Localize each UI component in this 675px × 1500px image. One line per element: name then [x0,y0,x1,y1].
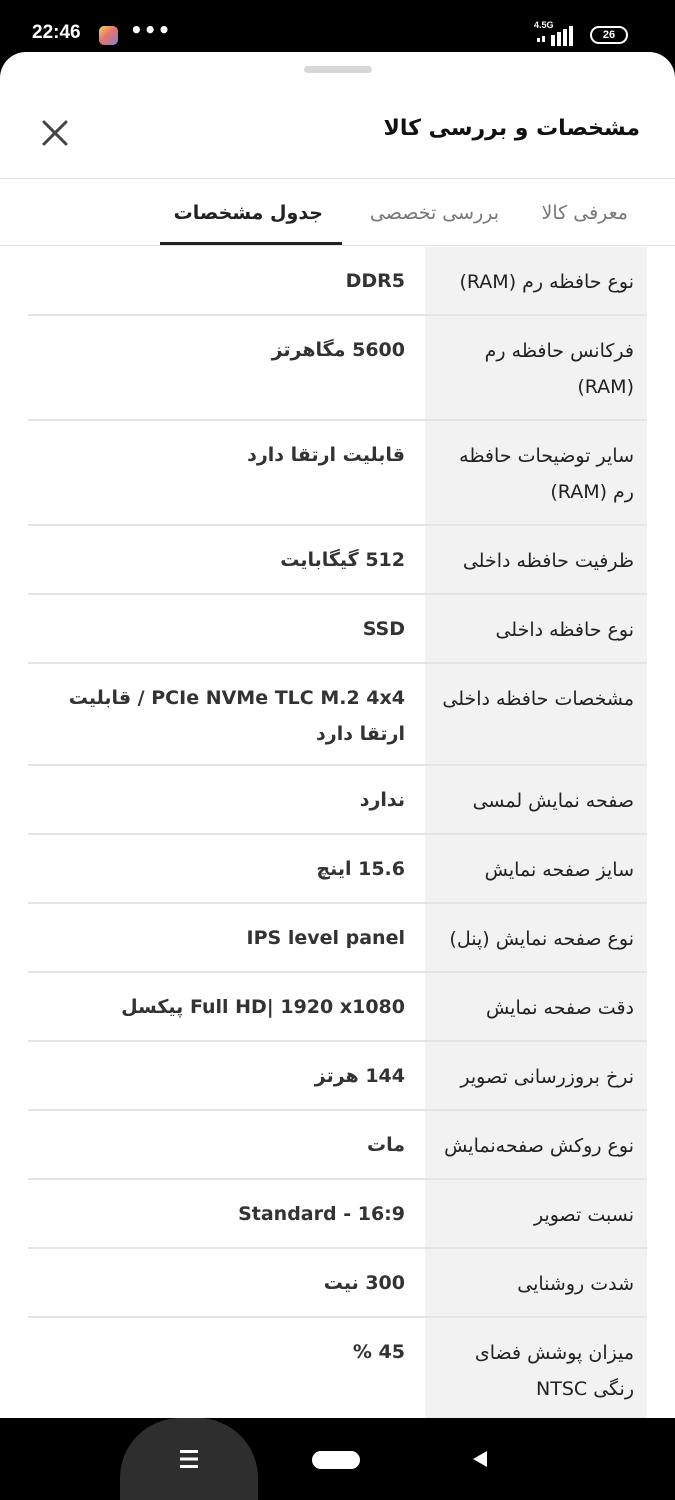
spec-value: 16:9 - Standard [238,1203,405,1225]
spec-value: 300 نیت [323,1272,405,1294]
spec-label: شدت روشنایی [425,1249,647,1316]
spec-value: DDR5 [345,270,405,292]
close-icon[interactable] [36,114,74,152]
active-tab-indicator [160,242,342,245]
spec-value: 5600 مگاهرتز [271,339,405,361]
tab-specs[interactable]: جدول مشخصات [174,202,323,224]
spec-row: صفحه نمایش لمسی ندارد [28,766,647,835]
battery-icon: 26 [590,26,628,44]
spec-label: میزان پوشش فضای رنگی NTSC [425,1318,647,1418]
spec-row: فرکانس حافظه رم (RAM) 5600 مگاهرتز [28,316,647,421]
spec-sheet: مشخصات و بررسی کالا معرفی کالا بررسی تخص… [0,52,675,1418]
spec-row: نوع حافظه داخلی SSD [28,595,647,664]
spec-label: نوع صفحه نمایش (پنل) [425,904,647,971]
spec-value: 512 گیگابایت [280,549,405,571]
tab-intro[interactable]: معرفی کالا [542,202,628,224]
spec-value: Full HD| 1920 x1080 پیکسل [121,996,405,1018]
tab-bar: معرفی کالا بررسی تخصصی جدول مشخصات [0,180,675,246]
spec-row: دقت صفحه نمایش Full HD| 1920 x1080 پیکسل [28,973,647,1042]
sheet-header: مشخصات و بررسی کالا [0,52,675,179]
spec-label: فرکانس حافظه رم (RAM) [425,316,647,419]
spec-label: ظرفیت حافظه داخلی [425,526,647,593]
spec-label: سایز صفحه نمایش [425,835,647,902]
spec-label: صفحه نمایش لمسی [425,766,647,833]
spec-label: نوع حافظه رم (RAM) [425,247,647,314]
signal-icon [537,26,573,46]
spec-row: شدت روشنایی 300 نیت [28,1249,647,1318]
spec-label: نرخ بروزرسانی تصویر [425,1042,647,1109]
spec-row: نرخ بروزرسانی تصویر 144 هرتز [28,1042,647,1111]
spec-value: ندارد [359,789,405,811]
spec-value: PCIe NVMe TLC M.2 4x4 / قابلیت ارتقا دار… [68,687,405,745]
navigation-bar [0,1418,675,1500]
spec-value: 144 هرتز [314,1065,405,1087]
spec-value: SSD [362,618,405,640]
spec-label: مشخصات حافظه داخلی [425,664,647,764]
spec-row: نوع صفحه نمایش (پنل) IPS level panel [28,904,647,973]
tab-review[interactable]: بررسی تخصصی [370,202,499,224]
spec-row: نوع حافظه رم (RAM) DDR5 [28,247,647,316]
spec-value: IPS level panel [246,927,405,949]
spec-label: نوع روکش صفحه‌نمایش [425,1111,647,1178]
spec-value: مات [367,1134,405,1156]
spec-label: نسبت تصویر [425,1180,647,1247]
spec-label: نوع حافظه داخلی [425,595,647,662]
menu-icon [180,1450,198,1468]
menu-button[interactable] [120,1418,258,1500]
spec-table: نوع حافظه رم (RAM) DDR5 فرکانس حافظه رم (R… [28,247,647,1418]
spec-value: 15.6 اینچ [316,858,405,880]
home-button[interactable] [312,1451,360,1469]
spec-row: سایر توضیحات حافظه رم (RAM) قابلیت ارتقا … [28,421,647,526]
more-notifications-icon: ••• [130,18,172,42]
spec-row: ظرفیت حافظه داخلی 512 گیگابایت [28,526,647,595]
spec-row: میزان پوشش فضای رنگی NTSC 45 % [28,1318,647,1418]
spec-value: 45 % [352,1341,405,1363]
spec-row: نوع روکش صفحه‌نمایش مات [28,1111,647,1180]
spec-label: دقت صفحه نمایش [425,973,647,1040]
spec-row: نسبت تصویر 16:9 - Standard [28,1180,647,1249]
page-title: مشخصات و بررسی کالا [383,116,640,141]
spec-label: سایر توضیحات حافظه رم (RAM) [425,421,647,524]
status-time: 22:46 [32,22,81,43]
spec-row: سایز صفحه نمایش 15.6 اینچ [28,835,647,904]
spec-value: قابلیت ارتقا دارد [247,444,405,466]
spec-row: مشخصات حافظه داخلی PCIe NVMe TLC M.2 4x4 … [28,664,647,766]
app-notification-icon [99,26,118,45]
back-icon[interactable] [470,1449,490,1469]
